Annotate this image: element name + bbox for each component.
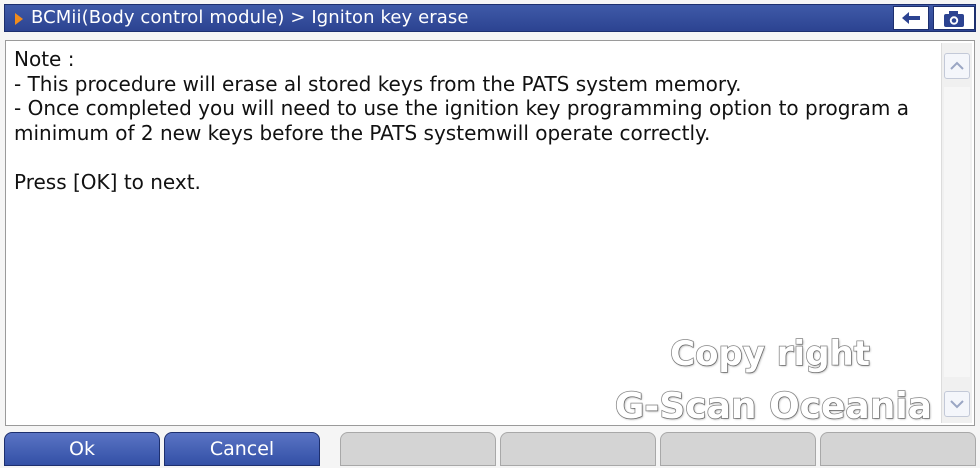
chevron-down-icon [950, 400, 964, 409]
note-line-erase: - This procedure will erase al stored ke… [14, 71, 742, 96]
vertical-scrollbar[interactable] [941, 43, 972, 423]
left-arrow-icon [902, 12, 920, 24]
scroll-up-button[interactable] [944, 53, 970, 79]
screenshot-button[interactable] [933, 6, 975, 30]
watermark-company: G-Scan Oceania [614, 385, 933, 428]
scroll-track[interactable] [944, 87, 970, 377]
note-heading: Note : [14, 47, 75, 71]
message-text: Note : - This procedure will erase al st… [14, 47, 934, 194]
bottom-button-bar: Ok Cancel [4, 432, 976, 466]
page-title: BCMii(Body control module) > Igniton key… [31, 7, 469, 28]
title-arrow-icon [15, 13, 23, 25]
scroll-down-button[interactable] [944, 391, 970, 417]
screen: BCMii(Body control module) > Igniton key… [0, 0, 980, 468]
ok-button[interactable]: Ok [4, 432, 160, 466]
note-line-program: - Once completed you will need to use th… [14, 96, 916, 145]
cancel-button[interactable]: Cancel [164, 432, 320, 466]
function-button-3 [340, 432, 496, 466]
function-button-6 [820, 432, 976, 466]
function-button-5 [660, 432, 816, 466]
back-button[interactable] [893, 6, 929, 30]
function-button-4 [500, 432, 656, 466]
camera-icon [944, 11, 964, 27]
instruction-line: Press [OK] to next. [14, 169, 201, 194]
title-bar: BCMii(Body control module) > Igniton key… [4, 4, 976, 32]
chevron-up-icon [950, 61, 964, 70]
watermark-copyright: Copy right [669, 333, 870, 375]
